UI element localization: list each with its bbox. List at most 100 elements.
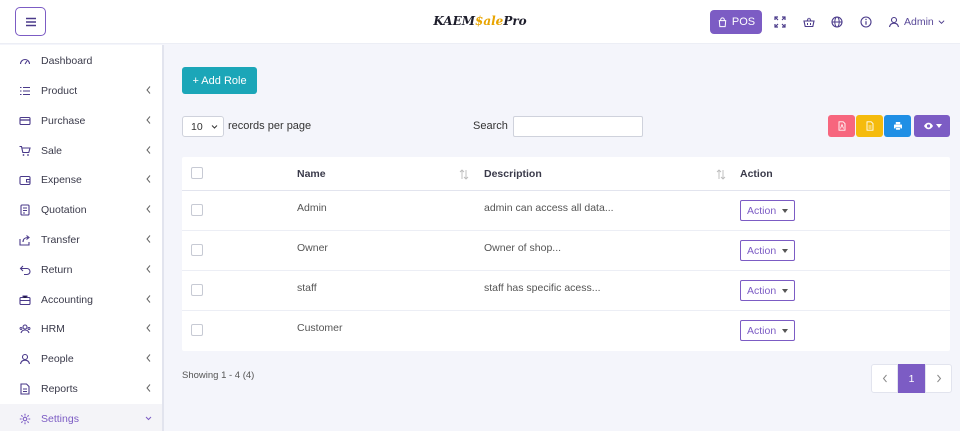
- sidebar-item-transfer[interactable]: Transfer: [0, 225, 162, 254]
- sidebar-item-sale[interactable]: Sale: [0, 136, 162, 165]
- sidebar-item-dashboard[interactable]: Dashboard: [0, 46, 162, 75]
- search-label: Search: [473, 120, 508, 132]
- pagination-previous[interactable]: [871, 364, 898, 393]
- gear-icon: [19, 413, 31, 424]
- action-dropdown-button[interactable]: Action: [740, 280, 795, 301]
- group-icon: [19, 323, 31, 333]
- column-header-description[interactable]: Description: [484, 168, 542, 180]
- print-button[interactable]: [884, 115, 911, 137]
- table-header-row: Name Description Action: [182, 157, 950, 191]
- role-name: staff: [297, 282, 317, 294]
- basket-button[interactable]: [802, 15, 816, 29]
- language-button[interactable]: [830, 15, 844, 29]
- sort-icon[interactable]: [459, 169, 469, 180]
- column-visibility-button[interactable]: [914, 115, 950, 137]
- chevron-left-icon: [146, 324, 151, 332]
- chevron-left-icon: [146, 384, 151, 392]
- chevron-down-icon: [145, 416, 152, 421]
- info-icon: [860, 16, 872, 28]
- printer-icon: [893, 122, 902, 131]
- sidebar-item-return[interactable]: Return: [0, 255, 162, 284]
- sidebar-item-expense[interactable]: Expense: [0, 165, 162, 194]
- table-row: Owner Owner of shop... Action: [182, 231, 950, 271]
- user-icon: [888, 16, 900, 28]
- role-name: Owner: [297, 242, 328, 254]
- sidebar-item-reports[interactable]: Reports: [0, 374, 162, 403]
- user-name: Admin: [904, 16, 934, 28]
- chevron-left-icon: [146, 235, 151, 243]
- sort-icon[interactable]: [716, 169, 726, 180]
- row-checkbox[interactable]: [191, 244, 203, 256]
- fullscreen-button[interactable]: [773, 15, 787, 29]
- sidebar-item-product[interactable]: Product: [0, 76, 162, 105]
- row-checkbox[interactable]: [191, 284, 203, 296]
- chevron-left-icon: [146, 116, 151, 124]
- export-csv-button[interactable]: [856, 115, 883, 137]
- add-role-button[interactable]: + Add Role: [182, 67, 257, 94]
- search-input[interactable]: [513, 116, 643, 137]
- wallet-icon: [19, 175, 31, 185]
- chevron-left-icon: [146, 86, 151, 94]
- bag-icon: [718, 16, 727, 27]
- table-row: staff staff has specific acess... Action: [182, 271, 950, 311]
- column-header-action: Action: [740, 168, 773, 180]
- caret-down-icon: [782, 289, 788, 293]
- caret-down-icon: [935, 124, 942, 128]
- list-icon: [20, 86, 30, 95]
- sidebar: Dashboard Product Purchase Sale Expense …: [0, 45, 164, 431]
- chevron-left-icon: [146, 295, 151, 303]
- brand-logo: KAEM$alePro: [433, 14, 527, 28]
- return-icon: [19, 265, 31, 275]
- pos-button[interactable]: POS: [710, 10, 762, 34]
- sidebar-item-settings[interactable]: Settings: [0, 404, 162, 431]
- records-per-page-select[interactable]: 10: [182, 116, 224, 137]
- card-icon: [19, 116, 31, 125]
- pagination-page-1[interactable]: 1: [898, 364, 925, 393]
- basket-icon: [803, 17, 815, 28]
- roles-table: Name Description Action Admin admin can …: [182, 157, 950, 351]
- pos-label: POS: [731, 16, 756, 28]
- action-dropdown-button[interactable]: Action: [740, 200, 795, 221]
- chevron-left-icon: [146, 175, 151, 183]
- sidebar-item-purchase[interactable]: Purchase: [0, 106, 162, 135]
- csv-file-icon: [866, 121, 873, 131]
- top-bar: KAEM$alePro POS Admin: [0, 0, 960, 44]
- menu-toggle-button[interactable]: [15, 7, 46, 36]
- eye-icon: [923, 122, 933, 130]
- briefcase-icon: [19, 295, 31, 305]
- sidebar-item-hrm[interactable]: HRM: [0, 314, 162, 343]
- chevron-left-icon: [146, 265, 151, 273]
- row-checkbox[interactable]: [191, 324, 203, 336]
- chevron-left-icon: [146, 146, 151, 154]
- report-icon: [20, 382, 30, 395]
- role-description: Owner of shop...: [484, 242, 562, 254]
- select-all-checkbox[interactable]: [191, 167, 203, 179]
- records-per-page-label: records per page: [228, 120, 312, 132]
- hamburger-icon: [25, 17, 36, 26]
- caret-down-icon: [782, 209, 788, 213]
- action-dropdown-button[interactable]: Action: [740, 320, 795, 341]
- pdf-file-icon: [838, 121, 845, 131]
- export-pdf-button[interactable]: [828, 115, 855, 137]
- chevron-left-icon: [146, 205, 151, 213]
- pagination-next[interactable]: [925, 364, 952, 393]
- globe-icon: [831, 16, 843, 28]
- sidebar-item-quotation[interactable]: Quotation: [0, 195, 162, 224]
- info-button[interactable]: [859, 15, 873, 29]
- role-name: Admin: [297, 202, 327, 214]
- role-name: Customer: [297, 322, 343, 334]
- sidebar-item-people[interactable]: People: [0, 344, 162, 373]
- action-dropdown-button[interactable]: Action: [740, 240, 795, 261]
- chevron-right-icon: [936, 374, 941, 383]
- table-row: Admin admin can access all data... Actio…: [182, 191, 950, 231]
- user-menu[interactable]: Admin: [888, 15, 945, 29]
- chevron-left-icon: [146, 354, 151, 362]
- dashboard-icon: [19, 58, 31, 64]
- cart-icon: [19, 145, 31, 156]
- row-checkbox[interactable]: [191, 204, 203, 216]
- column-header-name[interactable]: Name: [297, 168, 326, 180]
- chevron-left-icon: [882, 374, 887, 383]
- sidebar-item-accounting[interactable]: Accounting: [0, 285, 162, 314]
- chevron-down-icon: [211, 125, 218, 129]
- role-description: staff has specific acess...: [484, 282, 601, 294]
